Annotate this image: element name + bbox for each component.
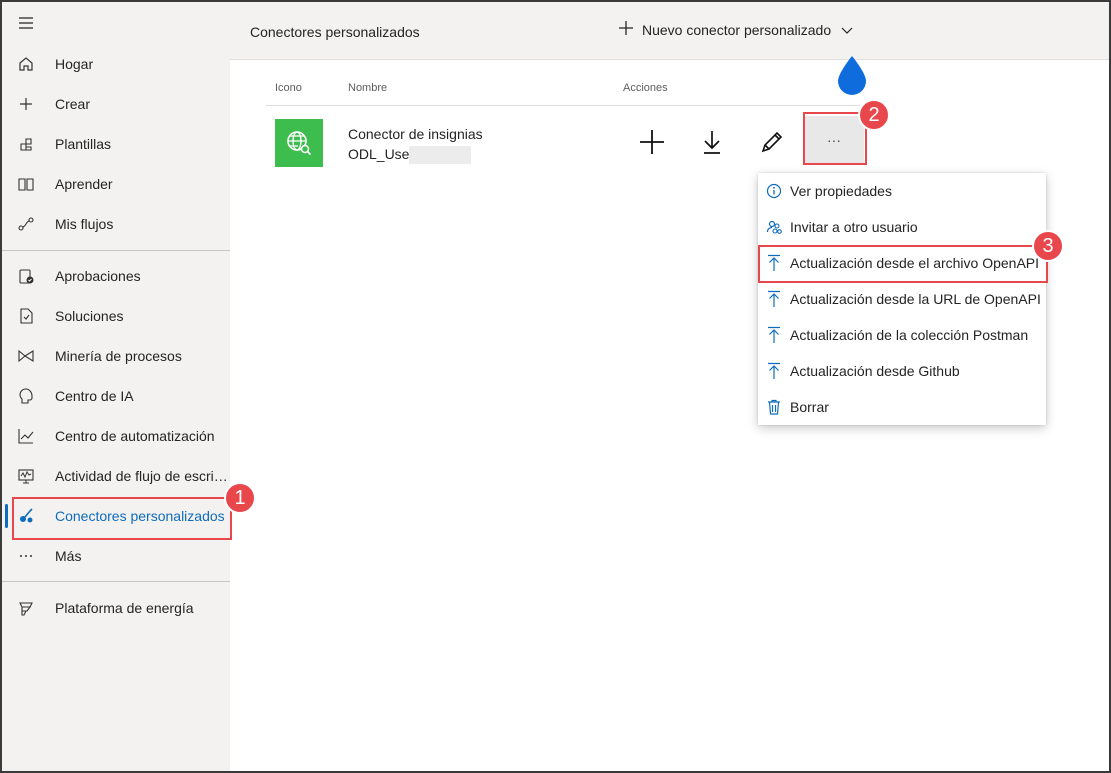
sidebar-item-create[interactable]: Crear: [2, 84, 230, 124]
column-header-actions: Acciones: [623, 82, 668, 94]
add-action-button[interactable]: [636, 124, 668, 160]
step-badge-3: 3: [1032, 230, 1064, 262]
ai-hub-icon: [17, 387, 35, 405]
new-custom-connector-button[interactable]: Nuevo conector personalizado: [618, 20, 853, 39]
menu-item-label: Actualización desde el archivo OpenAPI: [790, 255, 1040, 271]
custom-connectors-icon: [17, 507, 35, 525]
menu-item-label: Actualización de la colección Postman: [790, 327, 1029, 343]
connector-owner: ODL_User: [348, 146, 415, 162]
app-window: Hogar Crear Plantillas Aprender Mis fluj…: [0, 0, 1111, 773]
menu-item-update-from-github[interactable]: Actualización desde Github: [758, 353, 1046, 389]
sidebar-item-label: Aprobaciones: [55, 268, 141, 284]
plus-icon: [17, 95, 35, 113]
sidebar: Hogar Crear Plantillas Aprender Mis fluj…: [2, 2, 230, 771]
sidebar-item-more[interactable]: Más: [2, 536, 230, 576]
upload-icon: [766, 290, 782, 308]
hamburger-menu-icon[interactable]: [16, 14, 36, 32]
more-icon: [17, 547, 35, 565]
templates-icon: [17, 135, 35, 153]
sidebar-item-ai-hub[interactable]: Centro de IA: [2, 376, 230, 416]
edit-button[interactable]: [756, 124, 788, 160]
connector-context-menu: Ver propiedades Invitar a otro usuario A…: [758, 173, 1046, 425]
sidebar-item-my-flows[interactable]: Mis flujos: [2, 204, 230, 244]
sidebar-item-label: Plataforma de energía: [55, 600, 194, 616]
menu-item-update-from-openapi-file[interactable]: Actualización desde el archivo OpenAPI: [758, 245, 1046, 281]
sidebar-item-approvals[interactable]: Aprobaciones: [2, 256, 230, 296]
menu-item-label: Actualización desde Github: [790, 363, 960, 379]
menu-item-label: Borrar: [790, 399, 829, 415]
sidebar-item-label: Más: [55, 548, 82, 564]
step-badge-1: 1: [224, 482, 256, 514]
sidebar-item-templates[interactable]: Plantillas: [2, 124, 230, 164]
sidebar-item-label: Centro de IA: [55, 388, 134, 404]
menu-item-label: Ver propiedades: [790, 183, 892, 199]
desktop-flow-icon: [17, 467, 35, 485]
menu-item-label: Actualización desde la URL de OpenAPI: [790, 291, 1041, 307]
menu-item-invite-user[interactable]: Invitar a otro usuario: [758, 209, 1046, 245]
plus-icon: [618, 20, 634, 39]
menu-item-delete[interactable]: Borrar: [758, 389, 1046, 425]
cursor-drop-icon: [836, 54, 868, 99]
page-title: Conectores personalizados: [250, 24, 420, 40]
sidebar-item-label: Aprender: [55, 176, 113, 192]
menu-item-update-from-postman[interactable]: Actualización de la colección Postman: [758, 317, 1046, 353]
automation-center-icon: [17, 427, 35, 445]
new-custom-connector-label: Nuevo conector personalizado: [642, 21, 832, 38]
sidebar-item-label: Crear: [55, 96, 91, 112]
trash-icon: [766, 398, 782, 416]
home-icon: [17, 55, 35, 73]
menu-item-view-properties[interactable]: Ver propiedades: [758, 173, 1046, 209]
sidebar-item-home[interactable]: Hogar: [2, 44, 230, 84]
sidebar-item-automation-center[interactable]: Centro de automatización: [2, 416, 230, 456]
approvals-icon: [17, 267, 35, 285]
step-badge-2: 2: [858, 99, 890, 131]
sidebar-item-label: Conectores personalizados: [55, 508, 225, 524]
more-options-button[interactable]: ···: [804, 116, 864, 164]
sidebar-divider: [2, 250, 230, 251]
column-header-icon: Icono: [275, 82, 302, 94]
invite-user-icon: [766, 218, 782, 236]
menu-item-label: Invitar a otro usuario: [790, 219, 918, 235]
connector-name[interactable]: Conector de insignias: [348, 126, 483, 142]
sidebar-divider: [2, 581, 230, 582]
sidebar-item-label: Centro de automatización: [55, 428, 215, 444]
sidebar-item-power-platform[interactable]: Plataforma de energía: [2, 588, 230, 628]
column-header-name: Nombre: [348, 82, 388, 94]
sidebar-item-label: Soluciones: [55, 308, 124, 324]
menu-item-update-from-openapi-url[interactable]: Actualización desde la URL de OpenAPI: [758, 281, 1046, 317]
sidebar-item-solutions[interactable]: Soluciones: [2, 296, 230, 336]
table-header-divider: [266, 105, 860, 106]
upload-icon: [766, 254, 782, 272]
sidebar-item-label: Plantillas: [55, 136, 112, 152]
connector-globe-icon: [275, 119, 323, 167]
sidebar-item-label: Mis flujos: [55, 216, 114, 232]
upload-icon: [766, 362, 782, 380]
redacted-owner-suffix: [409, 146, 471, 164]
solutions-icon: [17, 307, 35, 325]
sidebar-item-custom-connectors[interactable]: Conectores personalizados: [2, 496, 230, 536]
sidebar-item-desktop-flow-activity[interactable]: Actividad de flujo de escritorio: [2, 456, 230, 496]
chevron-down-icon: [841, 22, 853, 38]
upload-icon: [766, 326, 782, 344]
command-bar: Conectores personalizados Nuevo conector…: [230, 2, 1109, 60]
sidebar-item-label: Minería de procesos: [55, 348, 182, 364]
process-mining-icon: [17, 347, 35, 365]
sidebar-item-learn[interactable]: Aprender: [2, 164, 230, 204]
sidebar-item-label: Actividad de flujo de escritorio: [55, 468, 230, 484]
book-icon: [17, 175, 35, 193]
info-icon: [766, 182, 782, 200]
power-platform-icon: [17, 599, 35, 617]
flows-icon: [17, 215, 35, 233]
sidebar-item-process-mining[interactable]: Minería de procesos: [2, 336, 230, 376]
download-button[interactable]: [696, 124, 728, 160]
sidebar-item-label: Hogar: [55, 56, 94, 72]
